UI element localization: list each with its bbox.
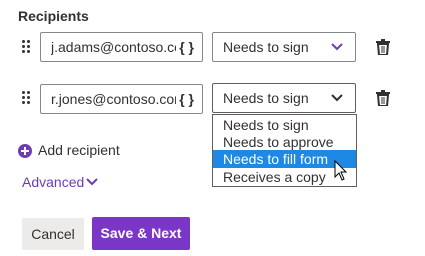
advanced-toggle[interactable]: Advanced — [22, 174, 98, 190]
recipient-email-field[interactable]: r.jones@contoso.com { } — [40, 84, 203, 114]
cancel-button[interactable]: Cancel — [22, 218, 84, 250]
plus-circle-icon — [18, 144, 32, 158]
role-select-value: Needs to sign — [223, 90, 309, 106]
trash-icon[interactable] — [376, 90, 390, 106]
role-select-value: Needs to sign — [223, 39, 309, 55]
advanced-label: Advanced — [22, 174, 85, 190]
section-title: Recipients — [18, 8, 89, 24]
add-recipient-label: Add recipient — [38, 142, 120, 158]
braces-icon[interactable]: { } — [179, 33, 194, 61]
recipient-email-value: r.jones@contoso.com — [51, 91, 176, 107]
chevron-down-icon — [331, 43, 343, 51]
role-option[interactable]: Needs to sign — [213, 116, 356, 134]
save-next-button[interactable]: Save & Next — [92, 217, 190, 250]
mouse-pointer-icon — [334, 160, 348, 181]
trash-icon[interactable] — [376, 39, 390, 55]
chevron-down-icon — [331, 94, 343, 102]
recipient-email-field[interactable]: j.adams@contoso.com { } — [40, 32, 203, 62]
role-select[interactable]: Needs to sign — [212, 32, 356, 62]
role-select[interactable]: Needs to sign — [212, 83, 356, 113]
drag-handle-icon[interactable] — [22, 91, 32, 105]
role-option[interactable]: Needs to approve — [213, 133, 356, 151]
chevron-down-icon — [86, 178, 98, 186]
braces-icon[interactable]: { } — [179, 85, 194, 113]
drag-handle-icon[interactable] — [22, 40, 32, 54]
recipient-email-value: j.adams@contoso.com — [51, 39, 176, 55]
